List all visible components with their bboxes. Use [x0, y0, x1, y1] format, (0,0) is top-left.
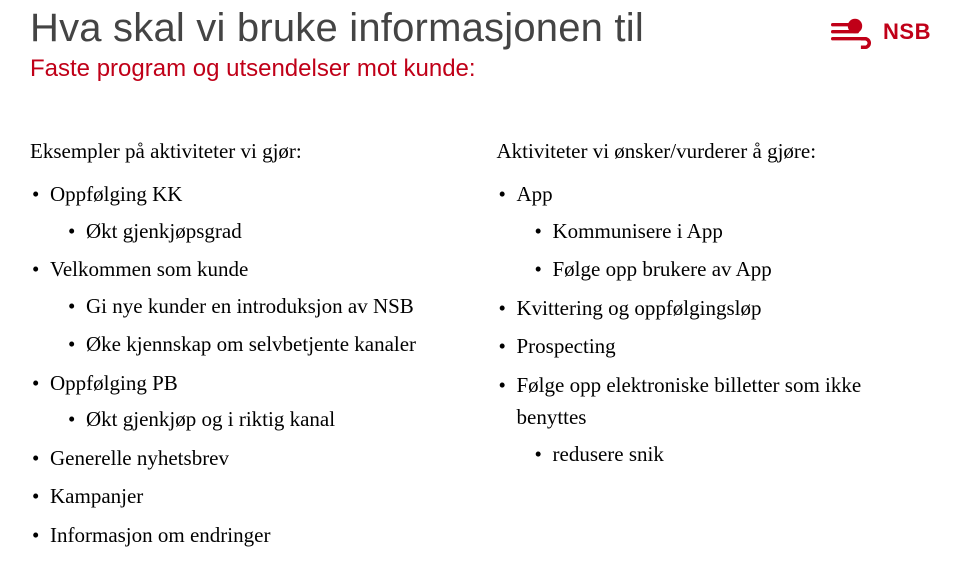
- content-columns: Eksempler på aktiviteter vi gjør: Oppføl…: [30, 139, 929, 557]
- list-item: Følge opp elektroniske billetter som ikk…: [499, 369, 930, 471]
- list-item-label: App: [517, 182, 553, 206]
- page-title: Hva skal vi bruke informasjonen til: [30, 6, 929, 51]
- list-item: Følge opp brukere av App: [535, 253, 930, 286]
- list-item: Velkommen som kunde Gi nye kunder en int…: [32, 253, 463, 361]
- brand-name: NSB: [883, 19, 931, 45]
- list-item: Kommunisere i App: [535, 215, 930, 248]
- list-item: Gi nye kunder en introduksjon av NSB: [68, 290, 463, 323]
- left-column: Eksempler på aktiviteter vi gjør: Oppføl…: [30, 139, 463, 557]
- list-item-label: Følge opp elektroniske billetter som ikk…: [517, 373, 862, 430]
- list-item-label: Økt gjenkjøp og i riktig kanal: [86, 407, 335, 431]
- list-item-label: redusere snik: [553, 442, 664, 466]
- right-column: Aktiviteter vi ønsker/vurderer å gjøre: …: [497, 139, 930, 557]
- list-item-label: Kvittering og oppfølgingsløp: [517, 296, 762, 320]
- nsb-logo-icon: [831, 14, 875, 50]
- slide: NSB Hva skal vi bruke informasjonen til …: [0, 0, 959, 574]
- list-item-label: Prospecting: [517, 334, 616, 358]
- list-item: Øke kjennskap om selvbetjente kanaler: [68, 328, 463, 361]
- left-heading: Eksempler på aktiviteter vi gjør:: [30, 139, 463, 164]
- list-item: redusere snik: [535, 438, 930, 471]
- brand-logo: NSB: [831, 14, 931, 50]
- list-item: Oppfølging KK Økt gjenkjøpsgrad: [32, 178, 463, 247]
- list-item-label: Gi nye kunder en introduksjon av NSB: [86, 294, 414, 318]
- left-list: Oppfølging KK Økt gjenkjøpsgrad Velkomme…: [30, 178, 463, 551]
- list-item: Økt gjenkjøpsgrad: [68, 215, 463, 248]
- list-item: Generelle nyhetsbrev: [32, 442, 463, 475]
- list-item: App Kommunisere i App Følge opp brukere …: [499, 178, 930, 286]
- list-item-label: Økt gjenkjøpsgrad: [86, 219, 242, 243]
- list-item-label: Generelle nyhetsbrev: [50, 446, 229, 470]
- list-item-label: Oppfølging KK: [50, 182, 182, 206]
- right-heading: Aktiviteter vi ønsker/vurderer å gjøre:: [497, 139, 930, 164]
- list-item-label: Øke kjennskap om selvbetjente kanaler: [86, 332, 416, 356]
- list-item-label: Informasjon om endringer: [50, 523, 270, 547]
- list-item: Kampanjer: [32, 480, 463, 513]
- list-item-label: Kommunisere i App: [553, 219, 723, 243]
- list-item-label: Velkommen som kunde: [50, 257, 248, 281]
- list-item: Økt gjenkjøp og i riktig kanal: [68, 403, 463, 436]
- list-item: Informasjon om endringer: [32, 519, 463, 552]
- list-item-label: Følge opp brukere av App: [553, 257, 772, 281]
- page-subtitle: Faste program og utsendelser mot kunde:: [30, 55, 929, 83]
- list-item: Prospecting: [499, 330, 930, 363]
- list-item-label: Kampanjer: [50, 484, 143, 508]
- list-item: Oppfølging PB Økt gjenkjøp og i riktig k…: [32, 367, 463, 436]
- list-item-label: Oppfølging PB: [50, 371, 178, 395]
- list-item: Kvittering og oppfølgingsløp: [499, 292, 930, 325]
- right-list: App Kommunisere i App Følge opp brukere …: [497, 178, 930, 470]
